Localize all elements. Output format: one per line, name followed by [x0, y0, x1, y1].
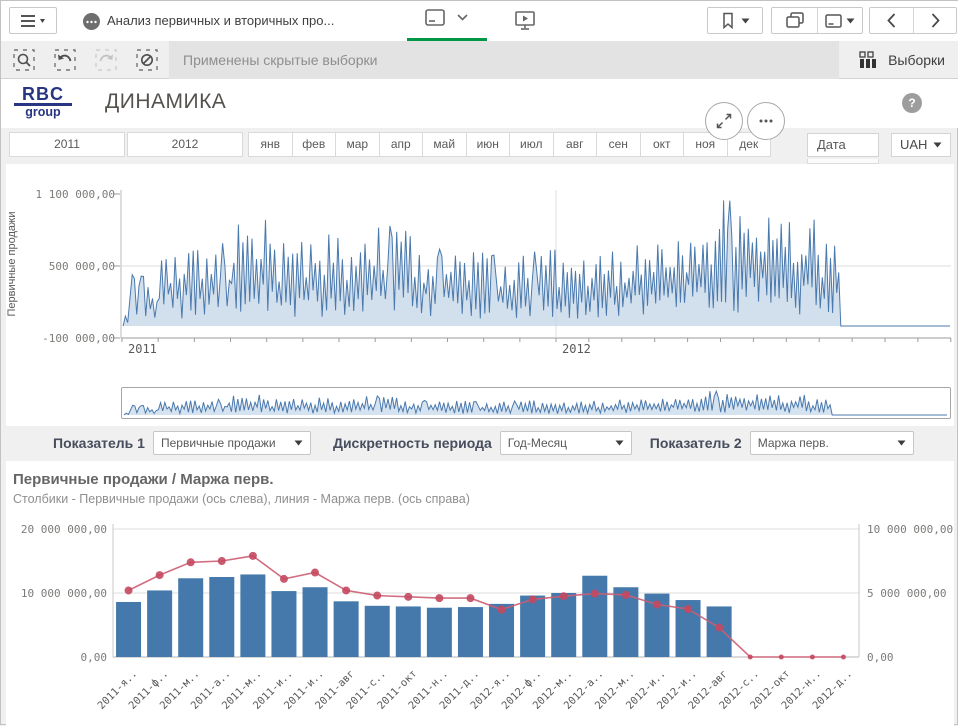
rbc-group-logo: RBC group: [14, 86, 72, 119]
month-filter-авг[interactable]: авг: [553, 132, 598, 157]
expand-chart-button[interactable]: [705, 102, 743, 140]
chevron-left-icon: [887, 13, 896, 28]
svg-text:5 000 000,00: 5 000 000,00: [867, 587, 946, 600]
svg-text:0,00: 0,00: [81, 651, 108, 664]
svg-text:2011: 2011: [128, 342, 157, 356]
month-filter-апр[interactable]: апр: [379, 132, 424, 157]
svg-text:1 100 000,00: 1 100 000,00: [36, 188, 115, 201]
logo-text-bottom: group: [14, 106, 72, 119]
range-navigator-chart[interactable]: [121, 387, 951, 419]
sheet-title: ДИНАМИКА: [105, 90, 226, 114]
sheet-list-button[interactable]: [817, 8, 862, 33]
bookmarks-button[interactable]: [707, 7, 763, 34]
combo-chart[interactable]: 20 000 000,00 10 000 000,00 0,00 10 000 000…: [1, 506, 958, 726]
selections-message: Применены скрытые выборки: [183, 41, 839, 79]
svg-text:-100 000,00: -100 000,00: [42, 332, 115, 345]
svg-text:500 000,00: 500 000,00: [49, 260, 115, 273]
presentation-mode-button[interactable]: [515, 11, 535, 35]
primary-sales-daily-chart[interactable]: Первичные продажи 1 100 000,00 500 000,00 -…: [1, 164, 958, 380]
global-menu-button[interactable]: [9, 7, 57, 34]
svg-text:10 000 000,00: 10 000 000,00: [21, 587, 107, 600]
hamburger-icon: [20, 14, 46, 28]
indicator1-dropdown[interactable]: Первичные продажи: [153, 431, 311, 455]
month-filter-июн[interactable]: июн: [466, 132, 511, 157]
month-filter-сен[interactable]: сен: [596, 132, 641, 157]
discreteness-dropdown[interactable]: Год-Месяц: [500, 431, 632, 455]
chevron-right-icon: [931, 13, 940, 28]
sheet-header: RBC group ДИНАМИКА ?: [1, 79, 958, 128]
top-toolbar: Анализ первичных и вторичных про...: [1, 1, 958, 42]
svg-text:2012: 2012: [562, 342, 591, 356]
sheet-navigation-group: [869, 7, 957, 34]
combo-chart-subtitle: Столбики - Первичные продажи (ось слева)…: [13, 492, 470, 506]
duplicate-sheet-button[interactable]: [772, 8, 817, 33]
month-filter-янв[interactable]: янв: [248, 132, 293, 157]
year-filter-2012[interactable]: 2012: [127, 132, 243, 157]
indicator1-label: Показатель 1: [53, 435, 145, 451]
indicator2-value: Маржа перв.: [758, 436, 829, 450]
duplicate-sheets-icon: [786, 12, 804, 29]
next-sheet-button[interactable]: [913, 8, 956, 33]
caret-down-icon: [294, 440, 303, 446]
smart-search-button[interactable]: [13, 49, 35, 71]
bookmark-icon: [721, 12, 735, 29]
app-options-badge[interactable]: [83, 13, 100, 30]
year-filter-2011[interactable]: 2011: [9, 132, 125, 157]
date-filter-listbox[interactable]: Дата: [807, 133, 879, 157]
more-dots-icon: [759, 119, 773, 123]
chevron-down-icon: [457, 14, 468, 21]
month-filter-фев[interactable]: фев: [292, 132, 337, 157]
indicator2-dropdown[interactable]: Маржа перв.: [750, 431, 914, 455]
indicator2-label: Показатель 2: [650, 435, 742, 451]
svg-text:10 000 000,00: 10 000 000,00: [867, 523, 953, 536]
month-filter-июл[interactable]: июл: [509, 132, 554, 157]
presentation-monitor-icon: [515, 11, 535, 30]
svg-text:20 000 000,00: 20 000 000,00: [21, 523, 107, 536]
currency-dropdown[interactable]: UAH: [891, 133, 951, 157]
selections-toolbar: Применены скрытые выборки Выборки: [1, 41, 958, 79]
svg-text:Первичные продажи: Первичные продажи: [6, 211, 18, 316]
sheet-tools-group: [771, 7, 863, 34]
app-title[interactable]: Анализ первичных и вторичных про...: [107, 1, 334, 41]
discreteness-label: Дискретность периода: [333, 435, 492, 451]
filter-row: 2011 2012 янвфевмарапрмайиюниюлавгсенокт…: [1, 132, 958, 164]
caret-down-icon: [615, 440, 624, 446]
selections-bar: Применены скрытые выборки: [169, 41, 839, 79]
help-button[interactable]: ?: [902, 93, 922, 113]
combo-chart-title: Первичные продажи / Маржа перв.: [13, 471, 274, 488]
undo-selection-button[interactable]: [54, 49, 76, 71]
ellipsis-icon: [86, 20, 97, 24]
redo-selection-button[interactable]: [95, 49, 117, 71]
fullscreen-arrows-icon: [715, 112, 733, 130]
previous-sheet-button[interactable]: [870, 8, 913, 33]
month-filter-мар[interactable]: мар: [335, 132, 380, 157]
selections-tool-label: Выборки: [888, 52, 945, 68]
month-filter-май[interactable]: май: [422, 132, 467, 157]
selections-tool-button[interactable]: Выборки: [859, 41, 945, 79]
current-sheet-selector[interactable]: [425, 9, 468, 26]
selections-grid-icon: [859, 51, 878, 69]
logo-text-top: RBC: [14, 86, 72, 106]
caret-down-icon: [933, 142, 942, 148]
caret-down-icon: [741, 18, 750, 24]
caret-down-icon: [846, 18, 855, 24]
clear-selections-button[interactable]: [136, 49, 158, 71]
month-filter-окт[interactable]: окт: [640, 132, 685, 157]
indicator1-value: Первичные продажи: [161, 436, 276, 450]
currency-value: UAH: [900, 134, 927, 156]
month-filter-strip: янвфевмарапрмайиюниюлавгсеноктноядек: [249, 132, 771, 157]
measure-controls-row: Показатель 1 Первичные продажи Дискретно…: [1, 430, 958, 455]
sheet-icon: [825, 14, 842, 28]
sheet-icon: [425, 9, 445, 26]
caret-down-icon: [897, 440, 906, 446]
svg-text:0,00: 0,00: [867, 651, 894, 664]
discreteness-value: Год-Месяц: [508, 436, 567, 450]
chart-more-options-button[interactable]: [747, 102, 785, 140]
qlik-sense-app-window: { "toolbar": { "app_title": "Анализ перв…: [0, 0, 958, 725]
